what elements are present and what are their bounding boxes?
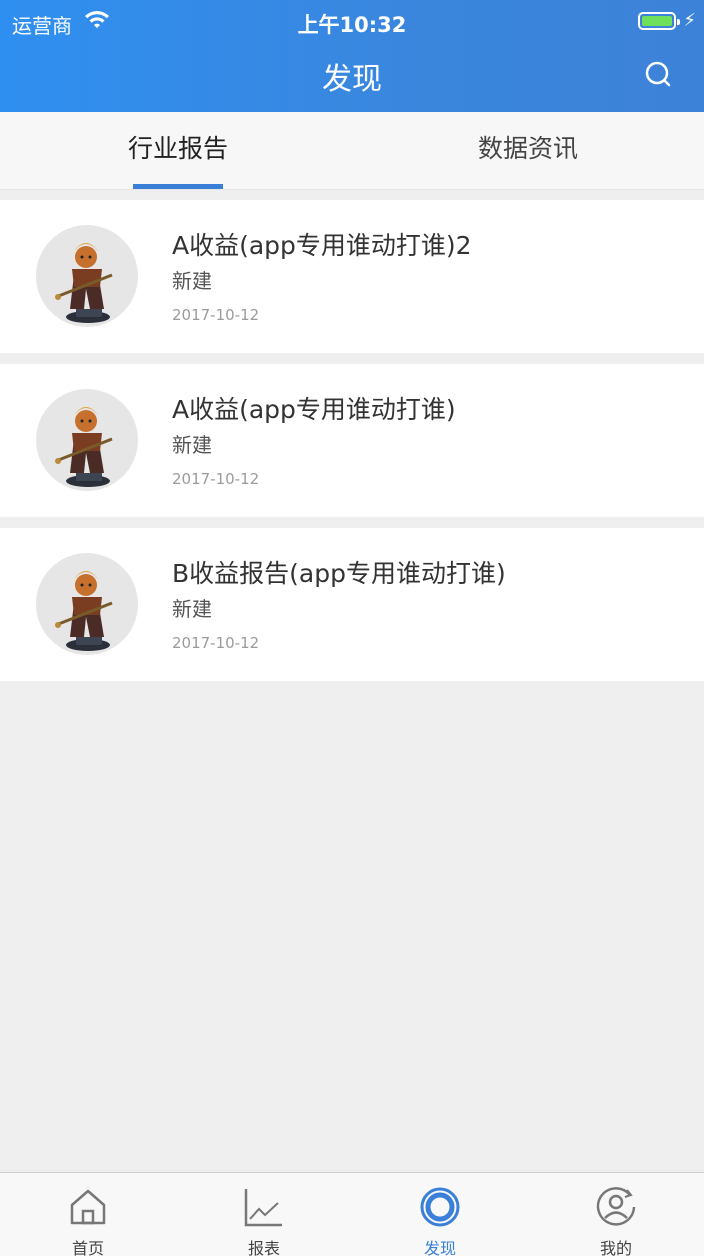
tab-home[interactable]: 首页 [0, 1173, 176, 1256]
status-bar: 运营商 上午10:32 ⚡ [0, 0, 704, 44]
monkey-king-avatar-icon [55, 571, 113, 651]
avatar [36, 553, 138, 655]
report-status: 新建 [172, 433, 212, 457]
report-status: 新建 [172, 597, 212, 621]
tab-profile[interactable]: 我的 [528, 1173, 704, 1256]
list-item[interactable]: A收益(app专用谁动打谁)2 新建 2017-10-12 [0, 200, 704, 353]
tab-reports[interactable]: 报表 [176, 1173, 352, 1256]
monkey-king-avatar-icon [55, 243, 113, 323]
report-status: 新建 [172, 269, 212, 293]
report-date: 2017-10-12 [172, 470, 260, 488]
top-header: 运营商 上午10:32 ⚡ 发现 [0, 0, 704, 112]
list-item[interactable]: B收益报告(app专用谁动打谁) 新建 2017-10-12 [0, 528, 704, 681]
avatar [36, 225, 138, 327]
tab-reports-label: 报表 [247, 1239, 280, 1256]
monkey-king-avatar-icon [55, 407, 113, 487]
segment-tabs: 行业报告 数据资讯 [0, 112, 704, 190]
report-date: 2017-10-12 [172, 634, 260, 652]
discover-icon [420, 1187, 460, 1227]
profile-icon [596, 1187, 636, 1226]
chart-icon [244, 1189, 282, 1227]
page-title: 发现 [322, 62, 382, 97]
report-date: 2017-10-12 [172, 306, 260, 324]
search-button[interactable] [638, 56, 678, 96]
search-icon [645, 61, 671, 87]
tab-discover[interactable]: 发现 [352, 1173, 528, 1256]
report-list: A收益(app专用谁动打谁)2 新建 2017-10-12 A收益(app专用谁… [0, 200, 704, 692]
battery-tip [677, 19, 680, 25]
report-title: A收益(app专用谁动打谁)2 [172, 231, 472, 260]
active-tab-indicator [133, 184, 223, 189]
home-icon [70, 1189, 106, 1225]
tab-data-news[interactable]: 数据资讯 [352, 112, 704, 190]
status-time: 上午10:32 [297, 13, 407, 37]
report-title: A收益(app专用谁动打谁) [172, 395, 456, 424]
app-root: 运营商 上午10:32 ⚡ 发现 行业报告 数据资讯 A收益(app专用谁动打谁… [0, 0, 704, 1256]
tab-discover-label: 发现 [423, 1239, 456, 1256]
battery-level [642, 16, 672, 26]
charging-icon: ⚡ [683, 10, 696, 31]
list-item[interactable]: A收益(app专用谁动打谁) 新建 2017-10-12 [0, 364, 704, 517]
battery-icon [638, 12, 680, 30]
tab-profile-label: 我的 [599, 1239, 632, 1256]
report-title: B收益报告(app专用谁动打谁) [172, 559, 506, 588]
bottom-tab-bar: 首页 报表 发现 我的 [0, 1172, 704, 1256]
tab-home-label: 首页 [71, 1239, 104, 1256]
nav-bar: 发现 [0, 44, 704, 112]
avatar [36, 389, 138, 491]
tab-industry-report[interactable]: 行业报告 [0, 112, 356, 190]
